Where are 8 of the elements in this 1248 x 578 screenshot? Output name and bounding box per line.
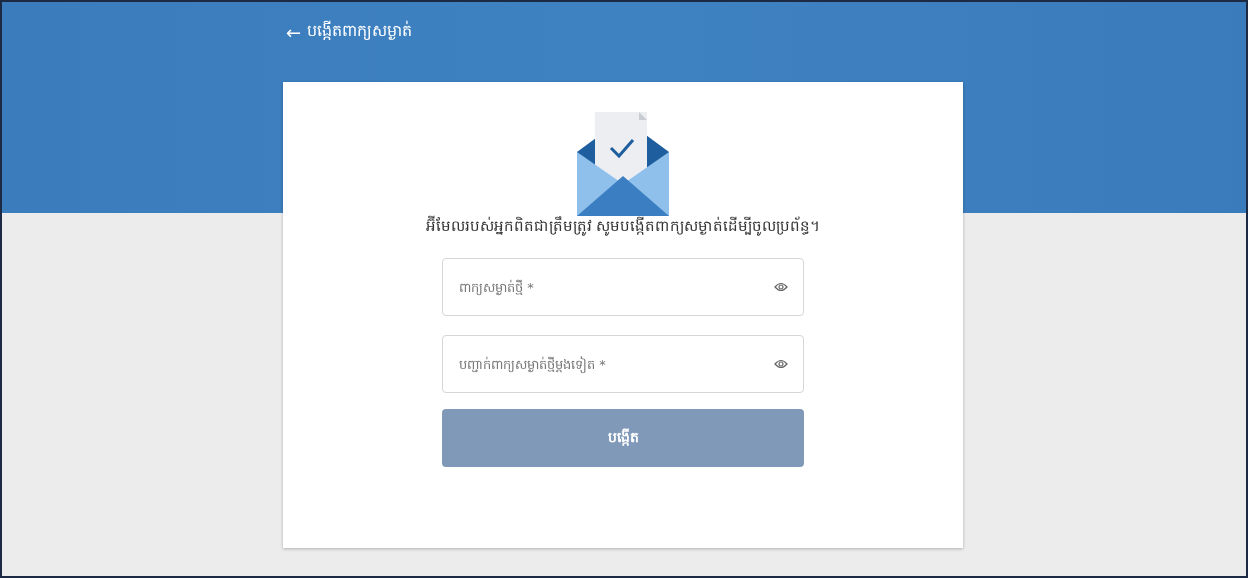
password-field[interactable]: ពាក្យសម្ងាត់ថ្មី * — [442, 258, 804, 316]
eye-icon[interactable] — [774, 359, 788, 369]
info-message: អ៊ីមែលរបស់អ្នកពិតជាត្រឹមត្រូវ សូមបង្កើតពាក្យសម្ងាត់ដើម្បីចូលប្រព័ន្ធ។ — [425, 216, 821, 238]
back-arrow[interactable]: ← — [286, 21, 302, 43]
password-field[interactable]: បញ្ជាក់ពាក្យសម្ងាត់ថ្មីម្តងទៀត * — [442, 335, 804, 393]
page-title: បង្កើតពាក្យសម្ងាត់ — [307, 20, 413, 42]
eye-icon[interactable] — [774, 282, 788, 292]
envelope-check-icon — [577, 112, 669, 216]
